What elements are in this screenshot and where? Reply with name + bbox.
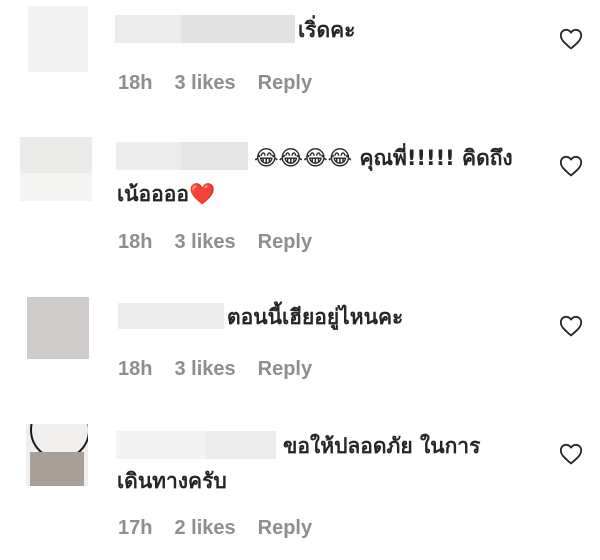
reply-button[interactable]: Reply	[258, 517, 312, 540]
comment-likes[interactable]: 2 likes	[174, 517, 235, 540]
comment-text: ขอให้ปลอดภัย ในการ	[283, 434, 481, 458]
heart-icon[interactable]	[559, 443, 583, 465]
username-redacted[interactable]	[115, 15, 295, 43]
comment-time: 18h	[118, 231, 153, 253]
avatar[interactable]	[27, 297, 89, 359]
comment-time: 17h	[118, 517, 153, 539]
comment-meta: 18h 3 likes Reply	[118, 358, 312, 381]
heart-icon[interactable]	[559, 155, 583, 177]
comment-text: เริ่ดคะ	[298, 18, 356, 42]
reply-button[interactable]: Reply	[258, 72, 312, 95]
reply-button[interactable]: Reply	[258, 358, 312, 381]
comment-time: 18h	[118, 358, 153, 380]
comment-text: 😂😂😂😂 คุณพี่!!!!! คิดถึง	[254, 146, 513, 170]
comment-likes[interactable]: 3 likes	[174, 358, 235, 381]
comment-likes[interactable]: 3 likes	[174, 72, 235, 95]
username-redacted[interactable]	[116, 431, 276, 459]
heart-icon[interactable]	[559, 315, 583, 337]
comments-list: เริ่ดคะ 18h 3 likes Reply 😂😂😂😂 คุณพี่!!!!!…	[0, 0, 600, 560]
comment-text-line2: เน้ออออ❤️	[117, 182, 216, 206]
comment-likes[interactable]: 3 likes	[174, 231, 235, 254]
comment-meta: 18h 3 likes Reply	[118, 231, 312, 254]
avatar[interactable]	[26, 424, 88, 486]
avatar[interactable]	[20, 137, 92, 201]
comment-meta: 18h 3 likes Reply	[118, 72, 312, 95]
comment-meta: 17h 2 likes Reply	[118, 517, 312, 540]
reply-button[interactable]: Reply	[258, 231, 312, 254]
comment-text: ตอนนี้เฮียอยู่ไหนคะ	[227, 305, 404, 329]
avatar[interactable]	[28, 6, 88, 72]
username-redacted[interactable]	[118, 303, 224, 329]
comment-text-line2: เดินทางครับ	[117, 469, 227, 493]
username-redacted[interactable]	[116, 142, 248, 170]
comment-time: 18h	[118, 72, 153, 94]
heart-icon[interactable]	[559, 28, 583, 50]
